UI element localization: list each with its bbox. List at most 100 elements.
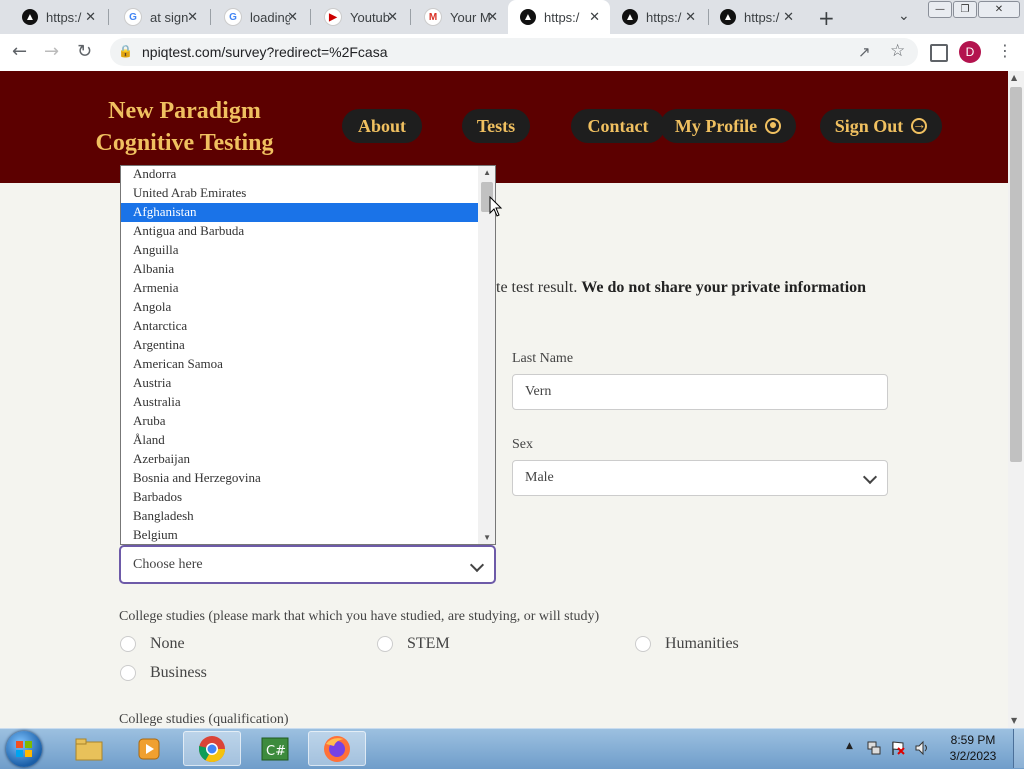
radio-circle-icon[interactable] (120, 665, 136, 681)
volume-icon[interactable] (914, 740, 930, 756)
new-tab-button[interactable]: + (818, 6, 835, 30)
browser-tab[interactable]: ▲ https:/✕ (10, 0, 106, 34)
radio-circle-icon[interactable] (635, 636, 651, 652)
minimize-button[interactable]: — (928, 1, 952, 18)
close-tab-icon[interactable]: ✕ (487, 9, 498, 25)
browser-tab[interactable]: Gat sign ✕ (112, 0, 208, 34)
forward-arrow-icon[interactable]: → (44, 41, 59, 62)
browser-tab[interactable]: M Your M ✕ (412, 0, 508, 34)
logo-line-1: New Paradigm (108, 98, 261, 124)
nav-tests[interactable]: Tests (462, 109, 530, 143)
dropdown-option[interactable]: Austria (121, 374, 478, 393)
browser-tab[interactable]: ▶ Youtub ✕ (312, 0, 408, 34)
profile-avatar[interactable]: D (959, 41, 981, 63)
dropdown-option[interactable]: Aruba (121, 412, 478, 431)
url-text[interactable]: npiqtest.com/survey?redirect=%2Fcasa (142, 44, 388, 60)
dropdown-option[interactable]: Afghanistan (121, 203, 478, 222)
taskbar-firefox[interactable] (308, 731, 366, 766)
country-placeholder: Choose here (133, 556, 203, 572)
dropdown-option[interactable]: United Arab Emirates (121, 184, 478, 203)
tab-title: at sign (150, 9, 189, 25)
radio-stem-label: STEM (407, 635, 450, 652)
dropdown-option[interactable]: Angola (121, 298, 478, 317)
dropdown-option[interactable]: Andorra (121, 166, 478, 184)
country-select[interactable]: Choose here (119, 545, 496, 584)
dropdown-option[interactable]: Anguilla (121, 241, 478, 260)
tab-search-chevron-icon[interactable]: ⌄ (898, 8, 910, 24)
kebab-menu-icon[interactable]: ⋮ (997, 41, 1013, 60)
close-tab-icon[interactable]: ✕ (287, 9, 298, 25)
scroll-down-arrow-icon[interactable]: ▼ (483, 533, 491, 542)
taskbar-csharp[interactable]: C# (246, 731, 304, 766)
side-panel-icon[interactable] (930, 44, 948, 62)
radio-business-label: Business (150, 664, 207, 681)
nav-my-profile[interactable]: My Profile ● (660, 109, 796, 143)
dropdown-option[interactable]: Albania (121, 260, 478, 279)
share-icon[interactable]: ↗ (858, 43, 871, 61)
taskbar-chrome[interactable] (183, 731, 241, 766)
lock-icon[interactable]: 🔒 (118, 44, 133, 58)
radio-none-label: None (150, 635, 185, 652)
close-tab-icon[interactable]: ✕ (685, 9, 696, 25)
dropdown-option[interactable]: Bangladesh (121, 507, 478, 526)
back-arrow-icon[interactable]: ← (12, 41, 27, 62)
dropdown-option[interactable]: Antarctica (121, 317, 478, 336)
dropdown-option[interactable]: Argentina (121, 336, 478, 355)
site-logo[interactable]: New Paradigm Cognitive Testing (82, 95, 287, 159)
browser-tab[interactable]: ▲ https:/✕ (508, 0, 610, 34)
dropdown-option[interactable]: Antigua and Barbuda (121, 222, 478, 241)
last-name-input[interactable]: Vern (512, 374, 888, 410)
dropdown-option[interactable]: Belgium (121, 526, 478, 544)
radio-circle-icon[interactable] (377, 636, 393, 652)
start-button[interactable] (6, 731, 42, 767)
logo-line-2: Cognitive Testing (95, 130, 274, 156)
radio-humanities[interactable]: Humanities (635, 635, 739, 653)
country-dropdown-list[interactable]: Andorra United Arab Emirates Afghanistan An… (120, 165, 496, 545)
nav-about[interactable]: About (342, 109, 422, 143)
tab-title: Your M (450, 9, 490, 25)
chevron-down-icon (469, 557, 485, 573)
dropdown-option[interactable]: Azerbaijan (121, 450, 478, 469)
dropdown-option[interactable]: Armenia (121, 279, 478, 298)
scroll-up-arrow-icon[interactable]: ▲ (483, 168, 491, 177)
maximize-button[interactable]: ❐ (953, 1, 977, 18)
radio-none[interactable]: None (120, 635, 185, 653)
sex-select[interactable]: Male (512, 460, 888, 496)
nav-contact[interactable]: Contact (571, 109, 665, 143)
system-clock[interactable]: 8:59 PM 3/2/2023 (948, 732, 998, 764)
close-tab-icon[interactable]: ✕ (783, 9, 794, 25)
reload-icon[interactable]: ↻ (77, 41, 92, 62)
radio-stem[interactable]: STEM (377, 635, 450, 653)
page-scroll-up-icon[interactable]: ▲ (1011, 73, 1017, 82)
bookmark-star-icon[interactable]: ☆ (890, 41, 905, 61)
taskbar-media-player[interactable] (120, 731, 178, 766)
radio-business[interactable]: Business (120, 664, 207, 682)
page-scroll-thumb[interactable] (1010, 87, 1022, 462)
show-desktop-button[interactable] (1013, 729, 1024, 768)
nav-contact-label: Contact (587, 115, 649, 136)
dropdown-option[interactable]: American Samoa (121, 355, 478, 374)
show-hidden-icons-icon[interactable]: ▲ (846, 741, 853, 751)
taskbar-explorer[interactable] (60, 731, 118, 766)
last-name-label: Last Name (512, 351, 574, 366)
page-scroll-down-icon[interactable]: ▼ (1011, 716, 1017, 725)
dropdown-option[interactable]: Bosnia and Herzegovina (121, 469, 478, 488)
browser-tab[interactable]: ▲ https:/✕ (610, 0, 706, 34)
tab-title: Youtub (350, 9, 390, 25)
close-tab-icon[interactable]: ✕ (85, 9, 96, 25)
radio-circle-icon[interactable] (120, 636, 136, 652)
dropdown-scrollbar[interactable]: ▲ ▼ (478, 166, 495, 544)
browser-tab[interactable]: Gloading ✕ (212, 0, 308, 34)
close-tab-icon[interactable]: ✕ (187, 9, 198, 25)
network-icon[interactable] (866, 740, 882, 756)
nav-sign-out[interactable]: Sign Out → (820, 109, 942, 143)
browser-tab[interactable]: ▲ https:/✕ (708, 0, 804, 34)
dropdown-option[interactable]: Barbados (121, 488, 478, 507)
college-studies-label: College studies (please mark that which … (119, 609, 600, 624)
close-window-button[interactable]: ✕ (978, 1, 1020, 18)
dropdown-option[interactable]: Åland (121, 431, 478, 450)
close-tab-icon[interactable]: ✕ (387, 9, 398, 25)
dropdown-option[interactable]: Australia (121, 393, 478, 412)
action-center-flag-icon[interactable] (890, 740, 906, 756)
close-tab-icon[interactable]: ✕ (589, 9, 600, 25)
